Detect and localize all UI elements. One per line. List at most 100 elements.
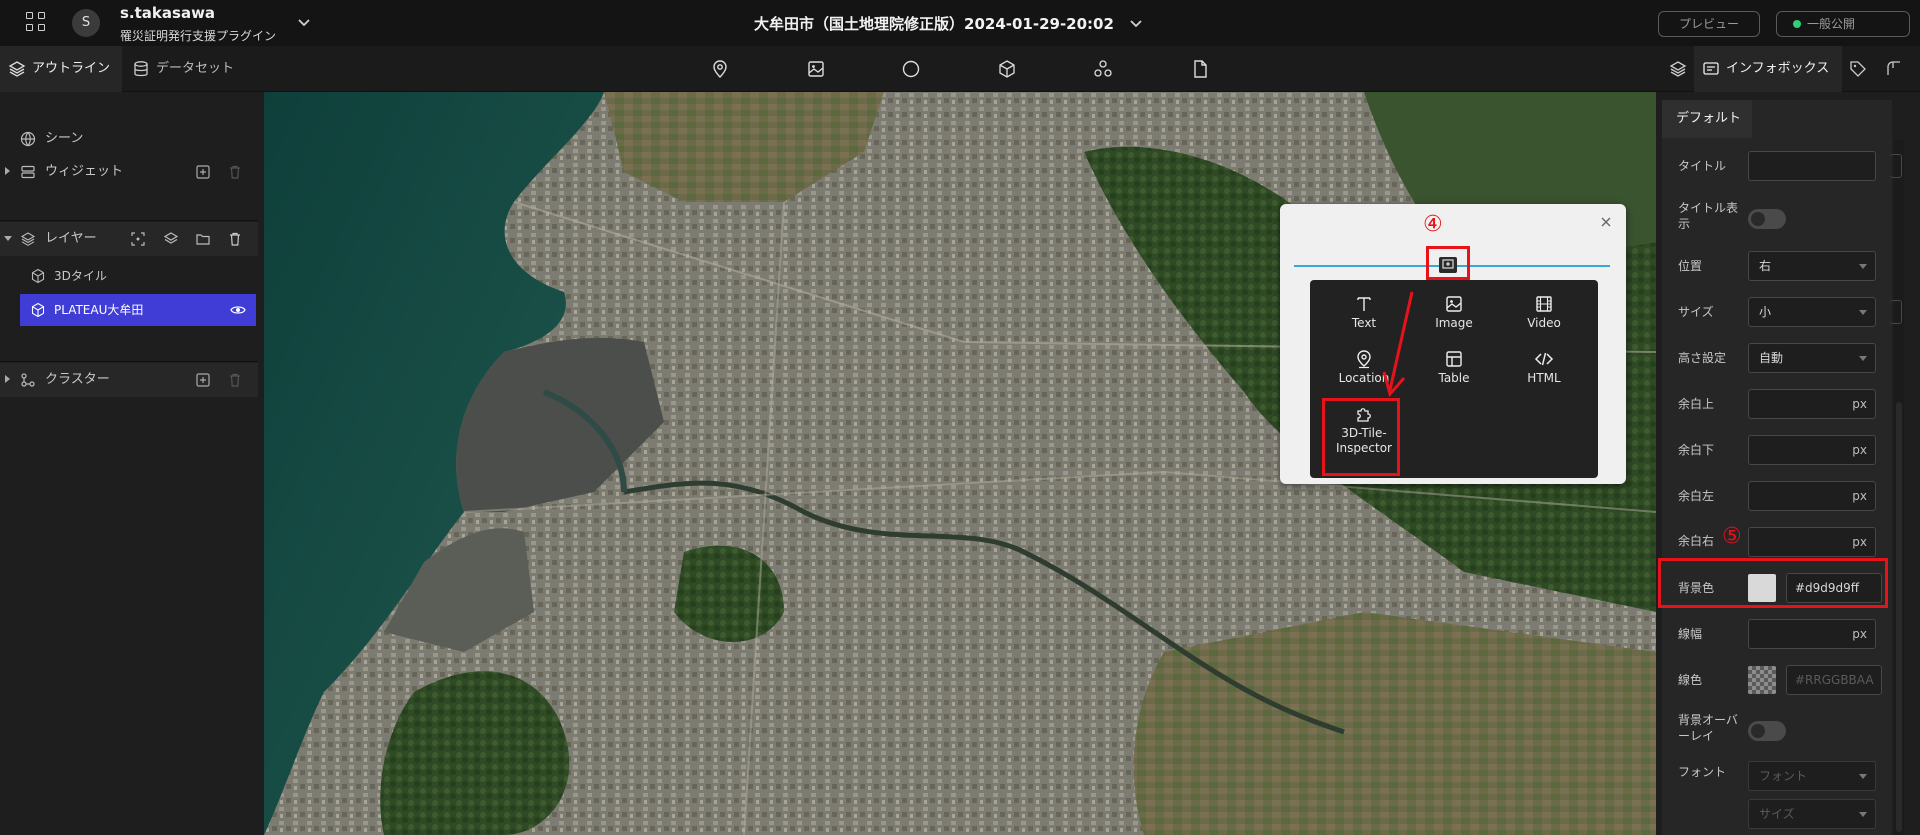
focus-icon[interactable] [130, 231, 146, 247]
title-show-toggle[interactable] [1748, 209, 1786, 229]
annotation-step-5: ⑤ [1722, 524, 1742, 549]
app-grid-icon[interactable] [26, 12, 48, 34]
tab-infobox[interactable]: インフォボックス [1694, 46, 1842, 92]
size-edge[interactable] [1890, 300, 1902, 324]
pad-right-input[interactable]: px [1748, 527, 1876, 557]
outline-widgets-label: ウィジェット [45, 164, 124, 179]
tab-default[interactable]: デフォルト [1662, 100, 1752, 138]
folder-icon[interactable] [195, 231, 211, 247]
unit-px: px [1852, 443, 1867, 457]
avatar[interactable]: S [72, 9, 100, 37]
layer-item-label: PLATEAU大牟田 [54, 303, 144, 317]
close-icon[interactable] [1600, 216, 1612, 228]
unit-px: px [1852, 535, 1867, 549]
status-dot-icon [1793, 20, 1801, 28]
border-color-swatch[interactable] [1748, 666, 1776, 694]
cluster-icon[interactable] [1093, 59, 1113, 79]
block-image[interactable]: Image [1414, 294, 1494, 346]
globe-icon [20, 131, 36, 147]
caret-right-icon[interactable] [5, 167, 10, 175]
font-size-select[interactable]: サイズ [1748, 799, 1876, 829]
divider [0, 220, 258, 221]
tag-icon[interactable] [1848, 59, 1868, 79]
pad-right-label: 余白右 [1678, 534, 1715, 548]
pad-left-input[interactable]: px [1748, 481, 1876, 511]
tab-strip: アウトライン データセット インフォボックス [0, 46, 1920, 92]
trash-icon[interactable] [227, 231, 243, 247]
block-video[interactable]: Video [1504, 294, 1584, 346]
scrollbar[interactable] [1894, 140, 1904, 835]
block-label: Table [1438, 371, 1470, 385]
title-input[interactable] [1748, 151, 1876, 181]
location-pin-icon[interactable] [710, 59, 730, 79]
eye-icon[interactable] [230, 302, 246, 318]
block-table[interactable]: Table [1414, 349, 1494, 401]
infobox-block-picker: ④ Text Image Video Location Table HTML 3… [1280, 204, 1626, 484]
layer-item-label: 3Dタイル [54, 269, 107, 283]
font-family-placeholder: フォント [1759, 769, 1808, 783]
outline-cluster[interactable]: クラスター [0, 363, 258, 397]
tab-dataset[interactable]: データセット [124, 46, 244, 92]
layer-stack-icon[interactable] [163, 231, 179, 247]
publish-button[interactable]: 一般公開 [1776, 11, 1910, 37]
tab-dataset-label: データセット [156, 61, 235, 76]
size-select[interactable]: 小 [1748, 297, 1876, 327]
position-value: 右 [1759, 259, 1772, 273]
size-label: サイズ [1678, 305, 1714, 319]
add-square-icon[interactable] [195, 164, 211, 180]
trash-icon[interactable] [227, 164, 243, 180]
caret-right-icon[interactable] [5, 375, 10, 383]
pad-top-input[interactable]: px [1748, 389, 1876, 419]
tab-outline-label: アウトライン [32, 61, 111, 76]
trash-icon[interactable] [227, 372, 243, 388]
preview-button[interactable]: プレビュー [1658, 11, 1760, 37]
file-icon[interactable] [1190, 59, 1210, 79]
tab-outline[interactable]: アウトライン [0, 46, 122, 92]
outline-scene[interactable]: シーン [0, 122, 258, 156]
unit-px: px [1852, 489, 1867, 503]
chevron-down-icon[interactable] [296, 14, 312, 30]
chevron-down-icon[interactable] [1128, 15, 1144, 31]
height-select[interactable]: 自動 [1748, 343, 1876, 373]
box-icon[interactable] [997, 59, 1017, 79]
border-width-label: 線幅 [1678, 627, 1703, 641]
outline-widgets[interactable]: ウィジェット [0, 155, 258, 189]
outline-cluster-label: クラスター [45, 372, 110, 387]
block-html[interactable]: HTML [1504, 349, 1584, 401]
position-select[interactable]: 右 [1748, 251, 1876, 281]
project-name: 罹災証明発行支援プラグイン [120, 29, 277, 43]
caret-down-icon[interactable] [4, 236, 12, 241]
3d-tiles-icon [31, 302, 45, 318]
title-show-label: タイトル表示 [1678, 201, 1739, 231]
border-width-input[interactable]: px [1748, 619, 1876, 649]
circle-icon[interactable] [901, 59, 921, 79]
location-pin-icon [1357, 350, 1371, 369]
block-label: Image [1435, 316, 1473, 330]
layer-item-plateau[interactable]: PLATEAU大牟田 [20, 294, 256, 326]
outline-layers[interactable]: レイヤー [0, 222, 258, 256]
add-square-icon[interactable] [195, 372, 211, 388]
cluster-icon [21, 373, 35, 387]
divider [0, 361, 258, 362]
pad-bottom-label: 余白下 [1678, 443, 1715, 457]
unit-px: px [1852, 627, 1867, 641]
border-color-input[interactable]: #RRGGBBAA [1786, 665, 1882, 695]
feature-icon[interactable] [1884, 59, 1904, 79]
image-icon[interactable] [806, 59, 826, 79]
outline-scene-label: シーン [45, 131, 84, 146]
top-bar: S s.takasawa 罹災証明発行支援プラグイン 大牟田市（国土地理院修正版… [0, 0, 1920, 46]
layer-item-3dtiles[interactable]: 3Dタイル [20, 260, 256, 292]
annotation-arrow-icon [1382, 291, 1414, 398]
height-label: 高さ設定 [1678, 351, 1727, 365]
annotation-box-bg-color [1658, 558, 1888, 608]
pad-bottom-input[interactable]: px [1748, 435, 1876, 465]
size-value: 小 [1759, 305, 1772, 319]
layers-icon [8, 61, 26, 77]
text-icon [1357, 297, 1371, 311]
tab-infobox-label: インフォボックス [1726, 61, 1830, 76]
layers-icon[interactable] [1668, 59, 1688, 79]
font-family-select[interactable]: フォント [1748, 761, 1876, 791]
title-dropdown-edge[interactable] [1890, 154, 1902, 178]
outline-panel: シーン ウィジェット レイヤー 3Dタイル PLATEAU大牟田 クラスター [0, 92, 262, 835]
bg-overlay-toggle[interactable] [1748, 721, 1786, 741]
